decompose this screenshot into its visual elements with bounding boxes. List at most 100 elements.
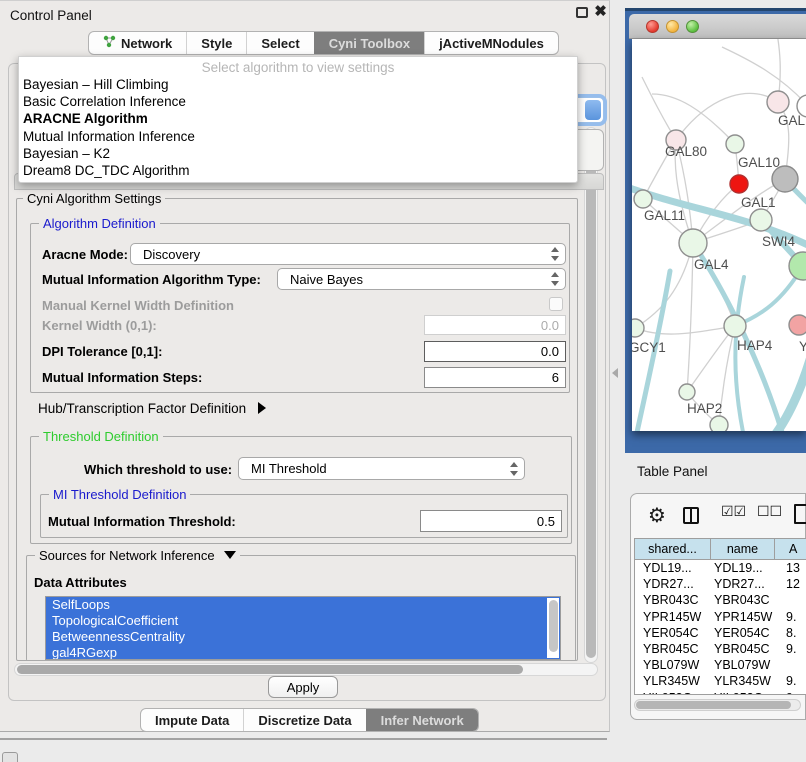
node-green-bottom[interactable]: [710, 416, 728, 431]
scrollbar-thumb[interactable]: [549, 600, 558, 652]
table-cell[interactable]: YDL19...: [635, 560, 711, 576]
column-header-shared-name[interactable]: shared...: [635, 539, 711, 559]
node-green-top[interactable]: [726, 135, 744, 153]
data-attribute-item[interactable]: BetweennessCentrality: [46, 629, 560, 645]
settings-horizontal-scrollbar[interactable]: [14, 663, 598, 676]
tab-infer-network[interactable]: Infer Network: [366, 709, 478, 731]
algorithm-option[interactable]: Bayesian – K2: [19, 145, 577, 162]
node-gcy1[interactable]: [632, 319, 644, 337]
node-gal-pink-top[interactable]: [767, 91, 789, 113]
scrollbar-thumb[interactable]: [586, 130, 596, 658]
table-horizontal-scrollbar[interactable]: [634, 699, 801, 711]
table-row[interactable]: YDL19...YDL19...13: [635, 560, 806, 576]
table-row[interactable]: YER054CYER054C8.: [635, 625, 806, 641]
node-gal4[interactable]: [679, 229, 707, 257]
table-row[interactable]: YPR145WYPR145W9.: [635, 609, 806, 625]
corner-widget-partial[interactable]: [2, 752, 18, 762]
attributes-list-scrollbar[interactable]: [547, 598, 559, 658]
table-cell[interactable]: [775, 657, 806, 673]
node-hap2[interactable]: [679, 384, 695, 400]
node-salmon[interactable]: [789, 315, 806, 335]
select-all-checkboxes-icon[interactable]: ☑☑: [721, 504, 746, 520]
table-cell[interactable]: YBR045C: [711, 641, 775, 657]
table-cell[interactable]: YLR345W: [635, 673, 711, 689]
hub-definition-expander[interactable]: Hub/Transcription Factor Definition: [38, 401, 266, 416]
table-cell[interactable]: YBR045C: [635, 641, 711, 657]
tab-cyni-toolbox[interactable]: Cyni Toolbox: [314, 32, 424, 54]
data-attribute-item[interactable]: SelfLoops: [46, 597, 560, 613]
table-row[interactable]: YLR345WYLR345W9.: [635, 673, 806, 689]
apply-button[interactable]: Apply: [268, 676, 338, 698]
table-cell[interactable]: YDL19...: [711, 560, 775, 576]
algorithm-option[interactable]: Basic Correlation Inference: [19, 93, 577, 110]
zoom-traffic-light-icon[interactable]: [686, 20, 699, 33]
column-header-name[interactable]: name: [711, 539, 775, 559]
node-gal10-red[interactable]: [730, 175, 748, 193]
table-cell[interactable]: YBL079W: [711, 657, 775, 673]
tab-select[interactable]: Select: [246, 32, 313, 54]
table-cell[interactable]: YDR27...: [635, 576, 711, 592]
table-cell[interactable]: YPR145W: [635, 609, 711, 625]
table-cell[interactable]: 12: [775, 576, 806, 592]
table-row[interactable]: YBR043CYBR043C: [635, 592, 806, 608]
float-window-icon[interactable]: [576, 7, 588, 18]
table-cell[interactable]: 13: [775, 560, 806, 576]
data-attribute-item[interactable]: TopologicalCoefficient: [46, 613, 560, 629]
table-cell[interactable]: [775, 592, 806, 608]
table-cell[interactable]: YBL079W: [635, 657, 711, 673]
close-window-icon[interactable]: ✖: [594, 5, 607, 18]
table-cell[interactable]: 9.: [775, 641, 806, 657]
mi-steps-field[interactable]: 6: [424, 367, 566, 388]
table-cell[interactable]: YIL052C: [711, 690, 775, 696]
table-cell[interactable]: YER054C: [635, 625, 711, 641]
network-window-titlebar[interactable]: [629, 14, 806, 39]
table-row[interactable]: YDR27...YDR27...12: [635, 576, 806, 592]
close-traffic-light-icon[interactable]: [646, 20, 659, 33]
minimize-traffic-light-icon[interactable]: [666, 20, 679, 33]
table-cell[interactable]: YBR043C: [711, 592, 775, 608]
deselect-all-checkboxes-icon[interactable]: ☐☐: [757, 504, 782, 520]
tab-network[interactable]: Network: [89, 32, 186, 54]
table-cell[interactable]: 9: [775, 690, 806, 696]
algorithm-option[interactable]: ARACNE Algorithm: [19, 110, 577, 127]
tab-jactivemnodules[interactable]: jActiveMNodules: [424, 32, 558, 54]
settings-vertical-scrollbar[interactable]: [584, 127, 598, 663]
node-gal1[interactable]: [750, 209, 772, 231]
tab-style[interactable]: Style: [186, 32, 246, 54]
gear-icon[interactable]: ⚙: [648, 503, 666, 527]
panel-divider-handle[interactable]: [612, 368, 618, 378]
which-threshold-combobox[interactable]: MI Threshold: [238, 457, 525, 480]
column-header-partial[interactable]: A: [775, 539, 806, 559]
table-cell[interactable]: YBR043C: [635, 592, 711, 608]
table-cell[interactable]: 9.: [775, 673, 806, 689]
sources-title[interactable]: Sources for Network Inference: [35, 548, 240, 563]
algorithm-option[interactable]: Bayesian – Hill Climbing: [19, 76, 577, 93]
data-attribute-item[interactable]: gal4RGexp: [46, 645, 560, 660]
kernel-width-field[interactable]: 0.0: [424, 315, 566, 335]
table-cell[interactable]: YIL052C: [635, 690, 711, 696]
tab-discretize-data[interactable]: Discretize Data: [243, 709, 365, 731]
scrollbar-thumb[interactable]: [636, 701, 791, 709]
table-row[interactable]: YBR045CYBR045C9.: [635, 641, 806, 657]
export-table-icon[interactable]: [794, 504, 806, 524]
dpi-tolerance-field[interactable]: 0.0: [424, 341, 566, 362]
table-cell[interactable]: YDR27...: [711, 576, 775, 592]
node-gal11[interactable]: [634, 190, 652, 208]
table-cell[interactable]: 8.: [775, 625, 806, 641]
table-cell[interactable]: YER054C: [711, 625, 775, 641]
network-canvas[interactable]: GAL80GAL10GALGAL11GAL1SWI4GAL4GCY1HAP4YH…: [632, 39, 806, 431]
table-row[interactable]: YBL079WYBL079W: [635, 657, 806, 673]
node-hap4[interactable]: [724, 315, 746, 337]
table-cell[interactable]: 9.: [775, 609, 806, 625]
table-row[interactable]: YIL052CYIL052C9: [635, 690, 806, 696]
aracne-mode-combobox[interactable]: Discovery: [130, 243, 566, 265]
algorithm-option[interactable]: Mutual Information Inference: [19, 128, 577, 145]
mi-threshold-field[interactable]: 0.5: [420, 510, 562, 532]
manual-kernel-checkbox[interactable]: [549, 297, 563, 311]
table-cell[interactable]: YPR145W: [711, 609, 775, 625]
algorithm-option[interactable]: Dream8 DC_TDC Algorithm: [19, 162, 577, 179]
columns-icon[interactable]: [683, 507, 699, 524]
mi-algorithm-type-combobox[interactable]: Naive Bayes: [277, 268, 566, 290]
table-cell[interactable]: YLR345W: [711, 673, 775, 689]
tab-impute-data[interactable]: Impute Data: [141, 709, 243, 731]
